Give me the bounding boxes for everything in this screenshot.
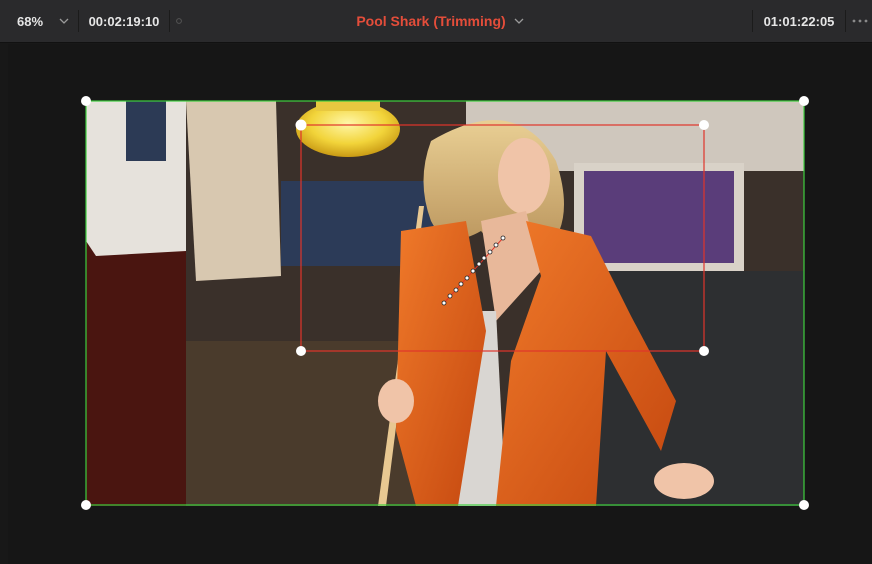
outer-handle-top-right[interactable] (799, 96, 809, 106)
motion-path-keyframes[interactable] (441, 235, 506, 306)
outer-handle-bottom-right[interactable] (799, 500, 809, 510)
transform-overlay (81, 96, 809, 510)
inner-handle-top-left[interactable] (295, 119, 307, 131)
inner-handle-bottom-right[interactable] (699, 346, 709, 356)
inner-handle-top-right[interactable] (699, 120, 709, 130)
outer-handle-bottom-left[interactable] (81, 500, 91, 510)
inner-handle-bottom-left[interactable] (296, 346, 306, 356)
outer-handle-top-left[interactable] (81, 96, 91, 106)
